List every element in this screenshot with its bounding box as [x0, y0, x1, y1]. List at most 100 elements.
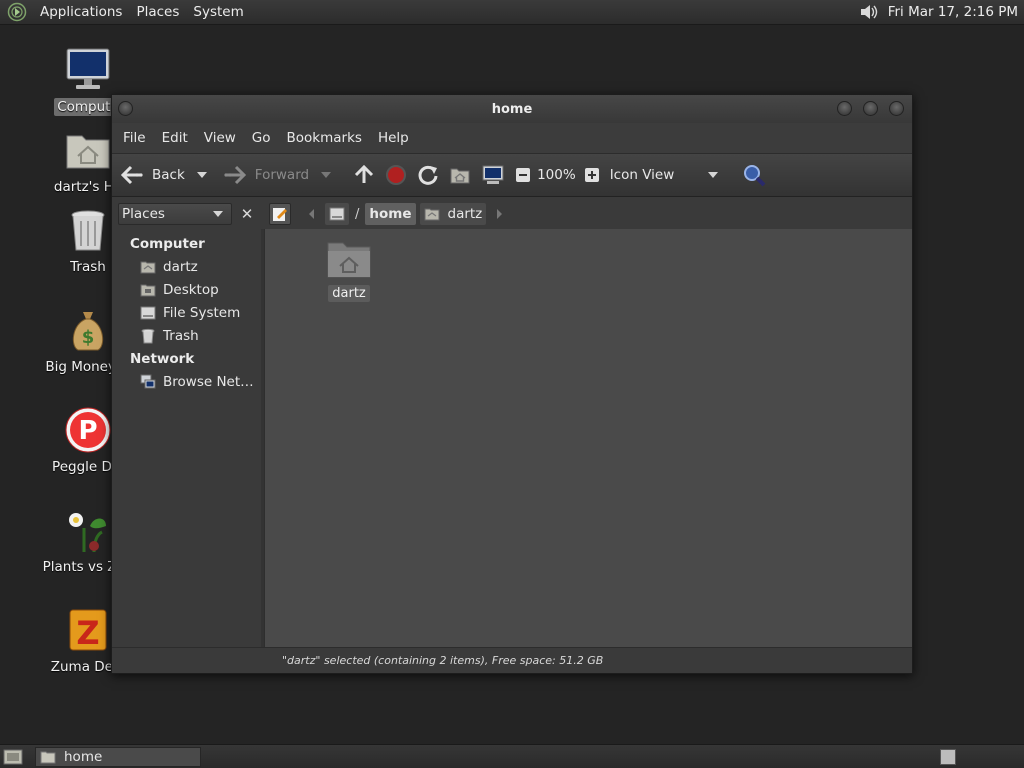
breadcrumb: / home dartz — [269, 203, 513, 225]
sidebar-places-select[interactable]: Places — [118, 203, 232, 225]
sidebar-item-label: File System — [163, 304, 241, 321]
breadcrumb-separator: / — [355, 206, 360, 222]
up-arrow-icon — [355, 164, 374, 183]
folder-icon — [40, 751, 56, 763]
minimize-button[interactable] — [837, 101, 852, 116]
menu-view[interactable]: View — [196, 130, 244, 146]
sidebar-item-file-system[interactable]: File System — [112, 301, 261, 324]
back-label: Back — [152, 167, 185, 183]
show-desktop-icon[interactable] — [3, 748, 23, 766]
sidebar-item-label: dartz — [163, 258, 198, 275]
menu-edit[interactable]: Edit — [154, 130, 196, 146]
menu-system[interactable]: System — [186, 4, 250, 20]
home-folder-icon — [66, 135, 110, 169]
drive-icon — [140, 306, 156, 319]
status-bar: "dartz" selected (containing 2 items), F… — [112, 647, 912, 673]
menu-bookmarks[interactable]: Bookmarks — [279, 130, 370, 146]
edit-location-button[interactable] — [269, 203, 291, 225]
window-titlebar[interactable]: home — [112, 95, 912, 123]
search-icon — [744, 165, 766, 187]
file-item[interactable]: dartz — [325, 239, 373, 302]
money-bag-icon: $ — [72, 312, 104, 351]
file-item-label: dartz — [328, 285, 370, 302]
trash-icon — [71, 210, 105, 251]
computer-icon — [482, 165, 504, 184]
sidebar-item-browse-network[interactable]: Browse Net… — [112, 370, 261, 393]
menubar: File Edit View Go Bookmarks Help — [112, 123, 912, 153]
home-folder-icon — [424, 208, 439, 221]
sidebar-item-trash[interactable]: Trash — [112, 324, 261, 347]
home-folder-icon — [140, 261, 156, 273]
zuma-icon: Z — [69, 609, 107, 652]
home-folder-icon — [327, 242, 371, 278]
volume-icon[interactable] — [858, 1, 880, 23]
distro-logo-icon[interactable] — [7, 2, 27, 22]
computer-button[interactable] — [481, 164, 505, 186]
forward-history-dropdown[interactable] — [321, 172, 332, 178]
back-history-dropdown[interactable] — [196, 172, 207, 178]
file-view[interactable]: dartz — [264, 229, 912, 673]
sidebar-item-desktop[interactable]: Desktop — [112, 278, 261, 301]
zoom-out-icon — [516, 168, 531, 182]
forward-label: Forward — [254, 167, 310, 183]
forward-button[interactable]: Forward — [223, 164, 332, 186]
sidebar-header-computer: Computer — [130, 236, 205, 252]
taskbar-item-label: home — [64, 748, 103, 765]
close-sidebar-icon[interactable]: ✕ — [237, 204, 257, 224]
clock[interactable]: Fri Mar 17, 2:16 PM — [888, 4, 1018, 20]
maximize-button[interactable] — [863, 101, 878, 116]
home-button[interactable] — [449, 164, 471, 186]
menu-file[interactable]: File — [115, 130, 154, 146]
zoom-in-icon — [584, 168, 599, 182]
stop-icon — [386, 165, 407, 185]
status-text: "dartz" selected (containing 2 items), F… — [282, 654, 604, 667]
svg-text:Z: Z — [76, 614, 99, 652]
toolbar: Back Forward 100% Icon View — [112, 153, 912, 197]
breadcrumb-label: dartz — [447, 206, 483, 222]
breadcrumb-scroll-left-icon[interactable] — [309, 209, 314, 219]
zoom-out-button[interactable] — [515, 167, 531, 183]
svg-text:$: $ — [82, 327, 95, 348]
breadcrumb-home[interactable]: home — [365, 203, 416, 225]
breadcrumb-scroll-right-icon[interactable] — [497, 209, 503, 219]
breadcrumb-dartz[interactable]: dartz — [419, 203, 487, 225]
back-button[interactable]: Back — [120, 164, 207, 186]
stop-button[interactable] — [385, 164, 407, 186]
trash-icon — [141, 328, 155, 343]
workspace-switcher[interactable] — [940, 748, 956, 765]
close-button[interactable] — [889, 101, 904, 116]
places-select-value: Places — [122, 206, 165, 222]
search-button[interactable] — [742, 163, 766, 187]
location-bar: Places ✕ / home dartz — [112, 197, 912, 231]
view-mode-select[interactable]: Icon View — [610, 167, 719, 183]
menu-help[interactable]: Help — [370, 130, 417, 146]
view-mode-value: Icon View — [609, 167, 675, 183]
computer-icon — [66, 48, 110, 89]
chevron-down-icon — [213, 211, 223, 217]
taskbar-item-home[interactable]: home — [35, 746, 201, 767]
sidebar-item-dartz[interactable]: dartz — [112, 255, 261, 278]
chevron-down-icon — [708, 172, 719, 178]
pencil-icon — [273, 208, 287, 221]
menu-applications[interactable]: Applications — [33, 4, 129, 20]
reload-button[interactable] — [417, 164, 439, 186]
menu-places[interactable]: Places — [129, 4, 186, 20]
sidebar-header-network: Network — [130, 351, 195, 367]
peggle-icon: P — [65, 407, 111, 453]
zoom-level[interactable]: 100% — [537, 167, 576, 183]
places-sidebar: Computer dartz Desktop File System Trash… — [112, 229, 264, 673]
breadcrumb-root[interactable] — [325, 203, 349, 225]
desktop-icon-label: Trash — [70, 259, 106, 275]
drive-icon — [329, 207, 345, 221]
forward-arrow-icon — [224, 165, 246, 185]
file-manager-window: home File Edit View Go Bookmarks Help Ba… — [111, 94, 913, 674]
sidebar-item-label: Browse Net… — [163, 373, 254, 390]
window-title: home — [491, 101, 533, 117]
desktop-folder-icon — [140, 284, 156, 296]
up-button[interactable] — [353, 164, 375, 186]
zoom-in-button[interactable] — [584, 167, 600, 183]
top-panel: Applications Places System Fri Mar 17, 2… — [0, 0, 1024, 25]
menu-go[interactable]: Go — [244, 130, 279, 146]
window-body: Computer dartz Desktop File System Trash… — [112, 229, 912, 673]
breadcrumb-label: home — [369, 206, 412, 222]
